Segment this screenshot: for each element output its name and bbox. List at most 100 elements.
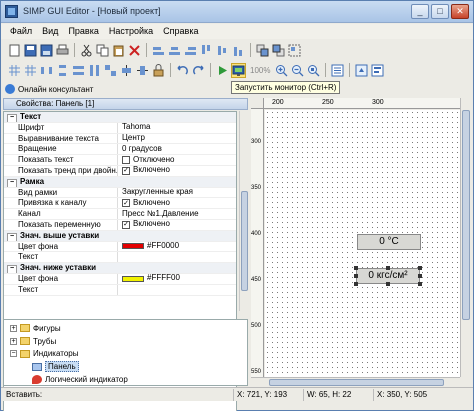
run-monitor-icon[interactable] — [231, 62, 246, 78]
resize-handle[interactable] — [354, 274, 358, 278]
run-icon[interactable] — [215, 63, 230, 78]
property-value[interactable]: #FFFF00 — [118, 274, 236, 284]
new-file-icon[interactable] — [7, 43, 22, 58]
property-row[interactable]: Привязка к каналу ✓ Включено — [4, 198, 236, 210]
canvas-horizontal-scrollbar[interactable] — [251, 377, 460, 386]
property-category[interactable]: Знач. выше уставки — [4, 230, 236, 242]
resize-handle[interactable] — [354, 282, 358, 286]
property-checkbox[interactable]: ✓ — [122, 166, 130, 175]
tree-item[interactable]: + Трубы — [4, 335, 247, 348]
online-consultant[interactable]: Онлайн консультант — [5, 82, 93, 96]
menu-help[interactable]: Справка — [158, 24, 203, 39]
property-checkbox[interactable] — [122, 156, 130, 165]
align-bottom-icon[interactable] — [231, 43, 246, 58]
align-center-icon[interactable] — [167, 43, 182, 58]
undo-icon[interactable] — [175, 63, 190, 78]
tree-item[interactable]: Логический индикатор — [4, 373, 247, 386]
property-row[interactable]: Цвет фона #FFFF00 — [4, 273, 236, 285]
property-value[interactable] — [118, 252, 236, 262]
save-icon[interactable] — [23, 43, 38, 58]
tree-item[interactable]: − Индикаторы — [4, 348, 247, 361]
copy-icon[interactable] — [95, 43, 110, 58]
property-category[interactable]: Знач. ниже уставки — [4, 263, 236, 274]
property-row[interactable]: Канал Пресс №1.Давление — [4, 209, 236, 220]
group-icon[interactable] — [287, 43, 302, 58]
property-row[interactable]: Вращение 0 градусов — [4, 144, 236, 156]
property-row[interactable]: Цвет фона #FF0000 — [4, 241, 236, 253]
expand-toggle-icon[interactable]: + — [10, 324, 17, 332]
cut-icon[interactable] — [79, 43, 94, 58]
align-grid-icon[interactable] — [23, 63, 38, 78]
grid-icon[interactable] — [7, 63, 22, 78]
menu-settings[interactable]: Настройка — [104, 24, 158, 39]
send-back-icon[interactable] — [271, 43, 286, 58]
center-h-icon[interactable] — [119, 63, 134, 78]
space-v-icon[interactable] — [55, 63, 70, 78]
tree-item[interactable]: + Фигуры — [4, 322, 247, 335]
align-top-icon[interactable] — [199, 43, 214, 58]
property-value[interactable]: ✓ Включено — [118, 220, 236, 230]
menu-file[interactable]: Файл — [5, 24, 37, 39]
resize-handle[interactable] — [418, 282, 422, 286]
redo-icon[interactable] — [191, 63, 206, 78]
export-icon[interactable] — [354, 63, 369, 78]
resize-handle[interactable] — [386, 282, 390, 286]
zoom-out-icon[interactable] — [290, 63, 305, 78]
maximize-button[interactable]: □ — [431, 4, 449, 19]
minimize-button[interactable]: _ — [411, 4, 429, 19]
resize-handle[interactable] — [386, 266, 390, 270]
property-value[interactable]: Отключено — [118, 155, 236, 165]
align-left-icon[interactable] — [151, 43, 166, 58]
bring-front-icon[interactable] — [255, 43, 270, 58]
temperature-indicator[interactable]: 0 °C — [357, 234, 421, 250]
expand-toggle-icon[interactable]: − — [10, 350, 17, 358]
resize-handle[interactable] — [418, 274, 422, 278]
properties-scrollbar[interactable] — [239, 111, 248, 311]
property-row[interactable]: Показать тренд при двойн... ✓ Включено — [4, 165, 236, 177]
align-middle-icon[interactable] — [215, 43, 230, 58]
space-h-icon[interactable] — [39, 63, 54, 78]
delete-icon[interactable] — [127, 43, 142, 58]
settings-icon[interactable] — [370, 63, 385, 78]
properties-icon[interactable] — [330, 63, 345, 78]
color-swatch[interactable] — [122, 275, 144, 282]
menu-view[interactable]: Вид — [37, 24, 63, 39]
property-row[interactable]: Выравнивание текста Центр — [4, 133, 236, 145]
close-button[interactable]: ✕ — [451, 4, 469, 19]
tree-item[interactable]: Панель — [4, 360, 247, 373]
property-row[interactable]: Вид рамки Закругленные края — [4, 187, 236, 199]
property-checkbox[interactable]: ✓ — [122, 220, 130, 229]
align-right-icon[interactable] — [183, 43, 198, 58]
same-width-icon[interactable] — [71, 63, 86, 78]
same-height-icon[interactable] — [87, 63, 102, 78]
property-row[interactable]: Текст — [4, 284, 236, 296]
lock-icon[interactable] — [151, 63, 166, 78]
property-value[interactable]: Центр — [118, 134, 236, 144]
property-value[interactable]: Tahoma — [118, 123, 236, 133]
center-v-icon[interactable] — [135, 63, 150, 78]
property-value[interactable] — [118, 285, 236, 295]
print-icon[interactable] — [55, 43, 70, 58]
property-category[interactable]: Рамка — [4, 176, 236, 188]
resize-handle[interactable] — [418, 266, 422, 270]
expand-toggle-icon[interactable]: + — [10, 337, 17, 345]
property-checkbox[interactable]: ✓ — [122, 199, 130, 208]
resize-handle[interactable] — [354, 266, 358, 270]
property-category[interactable]: Текст — [4, 112, 236, 123]
property-value[interactable]: 0 градусов — [118, 144, 236, 154]
property-value[interactable]: Закругленные края — [118, 188, 236, 198]
color-swatch[interactable] — [122, 243, 144, 250]
property-row[interactable]: Шрифт Tahoma — [4, 122, 236, 134]
save-all-icon[interactable] — [39, 43, 54, 58]
property-value[interactable]: ✓ Включено — [118, 166, 236, 176]
property-value[interactable]: #FF0000 — [118, 242, 236, 252]
zoom-in-icon[interactable] — [274, 63, 289, 78]
paste-icon[interactable] — [111, 43, 126, 58]
property-row[interactable]: Текст — [4, 252, 236, 264]
property-row[interactable]: Показать текст Отключено — [4, 155, 236, 166]
canvas-vertical-scrollbar[interactable] — [460, 98, 471, 377]
same-size-icon[interactable] — [103, 63, 118, 78]
menu-edit[interactable]: Правка — [63, 24, 103, 39]
zoom-fit-icon[interactable] — [306, 63, 321, 78]
property-value[interactable]: Пресс №1.Давление — [118, 209, 236, 219]
